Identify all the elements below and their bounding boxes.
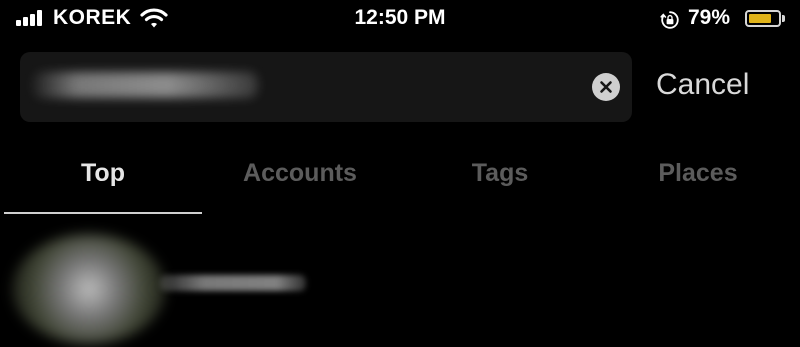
search-input[interactable] xyxy=(20,52,632,122)
battery-icon xyxy=(745,10,781,27)
avatar[interactable] xyxy=(12,234,166,344)
active-tab-indicator xyxy=(4,212,202,214)
clear-search-button[interactable] xyxy=(592,73,620,101)
cancel-button[interactable]: Cancel xyxy=(656,68,749,102)
tab-accounts[interactable]: Accounts xyxy=(200,159,400,188)
battery-level-fill xyxy=(749,14,771,23)
search-result-row[interactable] xyxy=(0,226,800,347)
orientation-lock-icon xyxy=(660,11,679,29)
result-name-obscured xyxy=(160,275,306,291)
battery-percentage: 79% xyxy=(688,6,731,29)
search-screen: KOREK 12:50 PM 79% Cancel Top Accounts T… xyxy=(0,0,800,347)
search-tabs: Top Accounts Tags Places xyxy=(0,140,800,216)
status-time: 12:50 PM xyxy=(354,6,446,29)
battery-cap xyxy=(782,15,785,22)
search-query-text-obscured xyxy=(32,72,258,98)
tab-top[interactable]: Top xyxy=(3,159,203,188)
status-bar: KOREK 12:50 PM 79% xyxy=(0,0,800,38)
clear-x-icon xyxy=(600,81,612,93)
tab-tags[interactable]: Tags xyxy=(400,159,600,188)
tab-places[interactable]: Places xyxy=(598,159,798,188)
